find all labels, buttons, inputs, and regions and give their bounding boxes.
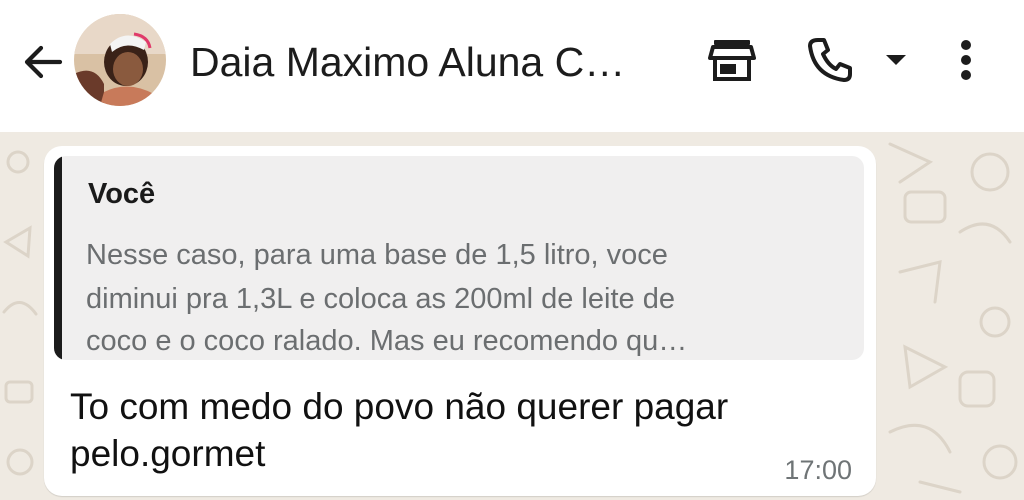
more-vert-icon: [961, 40, 971, 80]
message-text-line: pelo.gormet: [70, 433, 266, 474]
store-button[interactable]: [700, 30, 764, 90]
quoted-message[interactable]: Você Nesse caso, para uma base de 1,5 li…: [54, 156, 864, 360]
call-options-dropdown[interactable]: [876, 30, 916, 90]
voice-call-button[interactable]: [798, 30, 862, 90]
quote-text-line: coco e o coco ralado. Mas eu recomendo q…: [86, 325, 688, 357]
back-arrow-icon: [24, 45, 63, 79]
message-timestamp: 17:00: [784, 455, 852, 485]
message-bubble[interactable]: Você Nesse caso, para uma base de 1,5 li…: [44, 146, 876, 496]
message-text-line: To com medo do povo não querer pagar: [70, 386, 729, 427]
quote-author: Você: [88, 178, 156, 210]
quote-text-line: Nesse caso, para uma base de 1,5 litro, …: [86, 239, 668, 271]
quote-accent-bar: [54, 156, 62, 360]
dropdown-caret-icon: [886, 55, 906, 65]
more-options-button[interactable]: [944, 30, 988, 90]
phone-icon: [808, 38, 852, 82]
back-button[interactable]: [14, 34, 70, 90]
quote-text-line: diminui pra 1,3L e coloca as 200ml de le…: [86, 283, 675, 315]
contact-avatar[interactable]: [74, 14, 166, 106]
store-icon: [708, 40, 756, 81]
chat-header: Daia Maximo Aluna C…: [0, 0, 1024, 132]
contact-name[interactable]: Daia Maximo Aluna C…: [190, 34, 660, 90]
